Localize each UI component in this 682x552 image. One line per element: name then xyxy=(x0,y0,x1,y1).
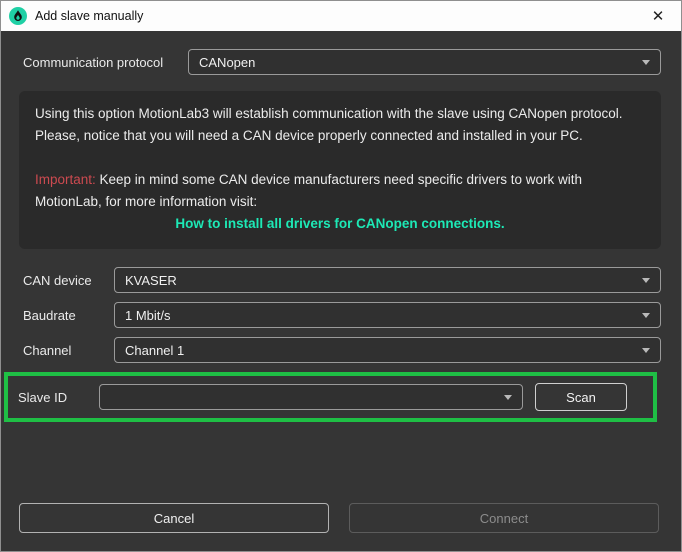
baudrate-value: 1 Mbit/s xyxy=(125,308,634,323)
info-box: Using this option MotionLab3 will establ… xyxy=(19,91,661,249)
slave-id-highlight: Slave ID Scan xyxy=(4,372,657,422)
title-bar: Add slave manually ✕ xyxy=(1,1,681,31)
chevron-down-icon xyxy=(642,348,650,353)
baudrate-dropdown[interactable]: 1 Mbit/s xyxy=(114,302,661,328)
channel-label: Channel xyxy=(23,343,114,358)
baudrate-row: Baudrate 1 Mbit/s xyxy=(23,302,661,328)
info-paragraph-2-text: Keep in mind some CAN device manufacture… xyxy=(35,172,582,209)
add-slave-dialog: Add slave manually ✕ Communication proto… xyxy=(0,0,682,552)
motionlab-logo-icon xyxy=(9,7,27,25)
chevron-down-icon xyxy=(642,60,650,65)
dialog-body: Communication protocol CANopen Using thi… xyxy=(1,31,681,422)
footer: Cancel Connect xyxy=(19,503,659,533)
window-title: Add slave manually xyxy=(35,9,143,23)
protocol-value: CANopen xyxy=(199,55,634,70)
connect-button[interactable]: Connect xyxy=(349,503,659,533)
close-icon[interactable]: ✕ xyxy=(647,9,669,24)
channel-row: Channel Channel 1 xyxy=(23,337,661,363)
can-device-row: CAN device KVASER xyxy=(23,267,661,293)
slave-id-dropdown[interactable] xyxy=(99,384,523,410)
chevron-down-icon xyxy=(642,278,650,283)
can-device-dropdown[interactable]: KVASER xyxy=(114,267,661,293)
slave-id-label: Slave ID xyxy=(18,390,99,405)
can-device-label: CAN device xyxy=(23,273,114,288)
protocol-label: Communication protocol xyxy=(23,55,188,70)
scan-button[interactable]: Scan xyxy=(535,383,627,411)
info-paragraph-2: Important: Keep in mind some CAN device … xyxy=(35,169,645,213)
drivers-help-link[interactable]: How to install all drivers for CANopen c… xyxy=(35,213,645,235)
channel-dropdown[interactable]: Channel 1 xyxy=(114,337,661,363)
info-spacer xyxy=(35,147,645,169)
can-device-value: KVASER xyxy=(125,273,634,288)
important-label: Important: xyxy=(35,172,96,187)
chevron-down-icon xyxy=(642,313,650,318)
protocol-row: Communication protocol CANopen xyxy=(23,49,661,75)
baudrate-label: Baudrate xyxy=(23,308,114,323)
channel-value: Channel 1 xyxy=(125,343,634,358)
chevron-down-icon xyxy=(504,395,512,400)
protocol-dropdown[interactable]: CANopen xyxy=(188,49,661,75)
cancel-button[interactable]: Cancel xyxy=(19,503,329,533)
info-paragraph-1: Using this option MotionLab3 will establ… xyxy=(35,103,645,147)
